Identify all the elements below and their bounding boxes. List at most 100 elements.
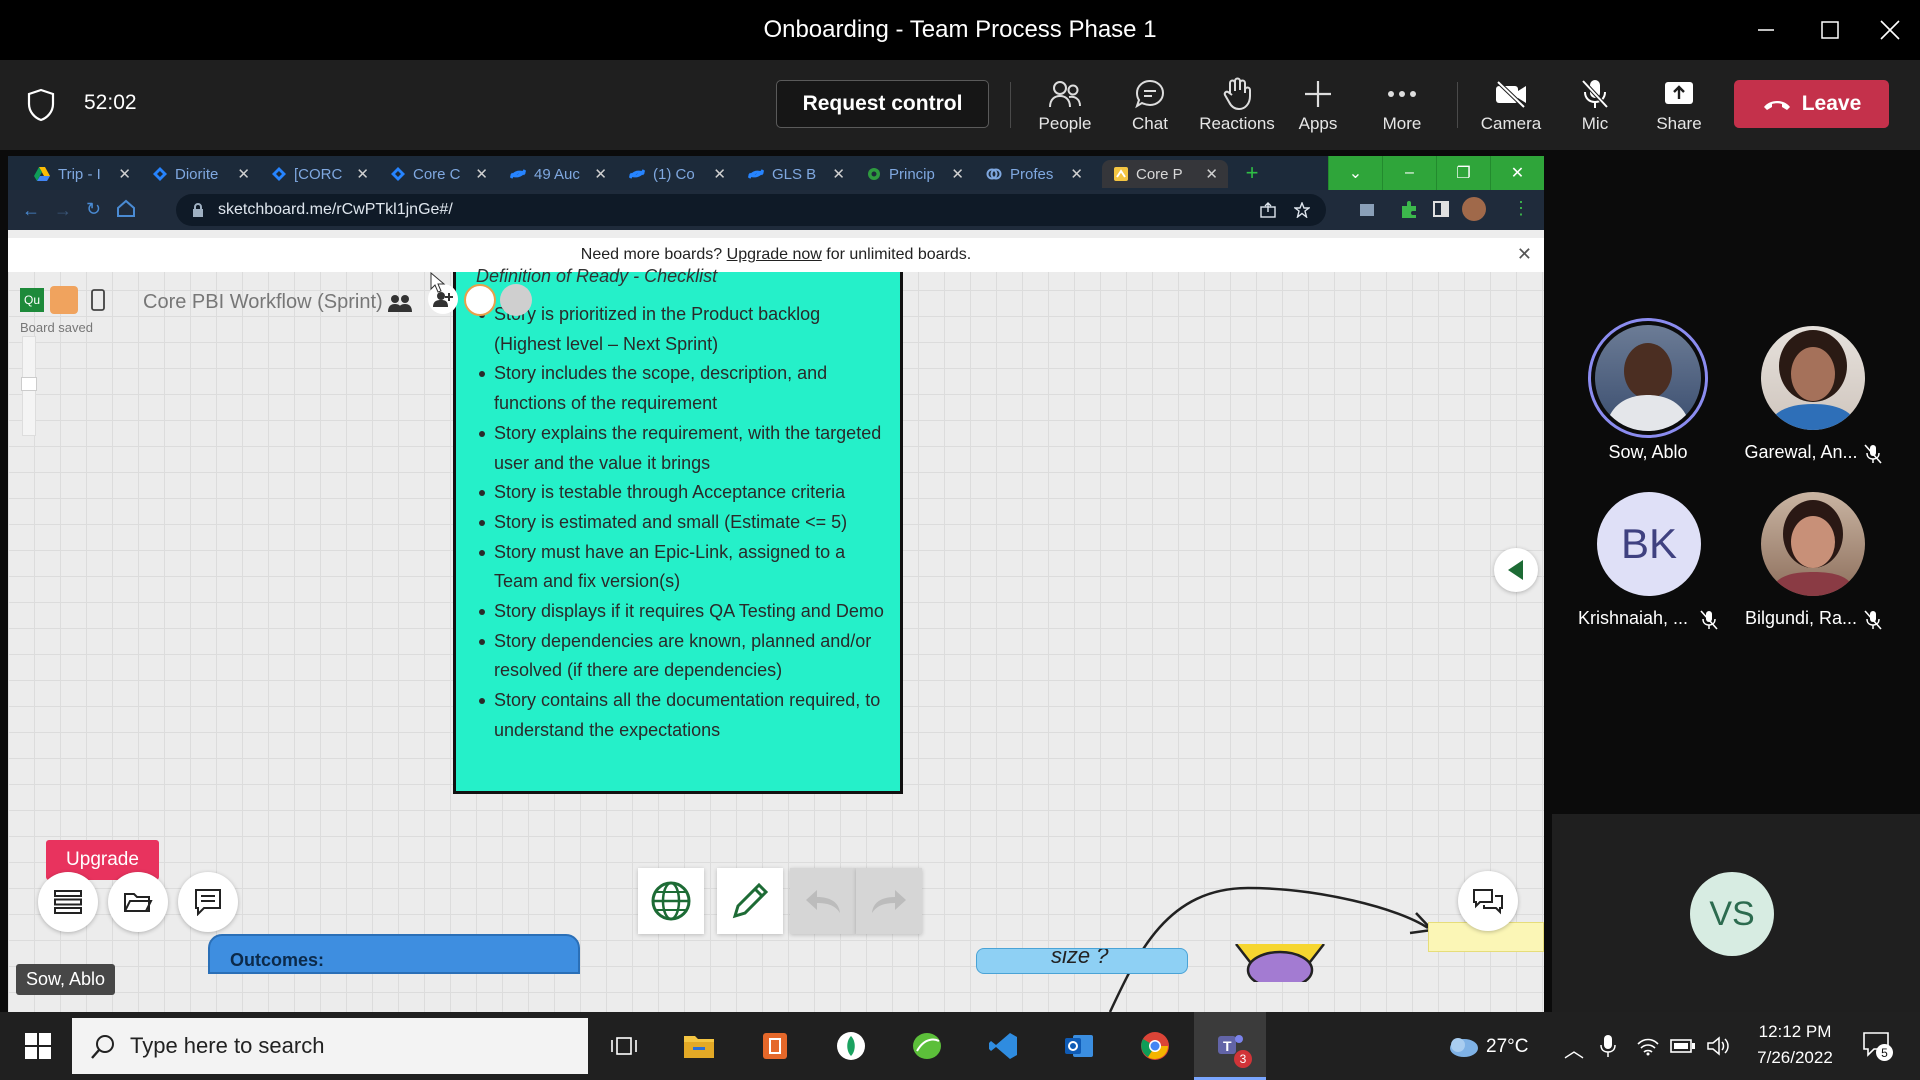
share-button[interactable]: Share [1634, 74, 1724, 146]
browser-tab-active[interactable]: Core P ✕ [1102, 160, 1228, 188]
camera-button[interactable]: Camera [1466, 74, 1556, 146]
collaborator-avatar[interactable] [464, 284, 496, 316]
notification-button[interactable]: 5 [1862, 1030, 1893, 1061]
back-button[interactable]: ← [22, 200, 40, 221]
task-view-button[interactable] [590, 1012, 658, 1080]
people-button[interactable]: People [1020, 74, 1110, 146]
close-tab-icon[interactable]: ✕ [356, 165, 369, 183]
browser-minimize-button[interactable]: – [1382, 156, 1436, 190]
close-tab-icon[interactable]: ✕ [1205, 165, 1218, 183]
undo-button[interactable] [790, 868, 856, 934]
vscode-button[interactable] [969, 1012, 1037, 1080]
zoom-slider[interactable] [21, 336, 37, 436]
app-button[interactable] [817, 1012, 885, 1080]
close-tab-icon[interactable]: ✕ [237, 165, 250, 183]
close-tab-icon[interactable]: ✕ [832, 165, 845, 183]
panel-toggle-button[interactable] [1494, 548, 1538, 592]
leave-button[interactable]: Leave [1734, 80, 1889, 128]
reactions-button[interactable]: Reactions [1189, 74, 1285, 146]
team-icon[interactable] [388, 293, 412, 313]
browser-tab[interactable]: Core C ✕ [379, 160, 498, 188]
home-button[interactable] [116, 198, 136, 218]
browser-tab[interactable]: Profes ✕ [974, 160, 1093, 188]
close-tab-icon[interactable]: ✕ [118, 165, 131, 183]
hang-up-icon [1762, 97, 1792, 111]
request-control-button[interactable]: Request control [776, 80, 989, 128]
microphone-tray-icon[interactable] [1600, 1034, 1616, 1058]
undo-icon [806, 890, 840, 913]
file-explorer-button[interactable] [665, 1012, 733, 1080]
participant-avatar[interactable] [1761, 492, 1865, 596]
open-folder-button[interactable] [108, 872, 168, 932]
chevron-up-icon[interactable]: ︿ [1564, 1034, 1584, 1063]
collaborator-avatar[interactable] [500, 284, 532, 316]
browser-tab[interactable]: Diorite ✕ [141, 160, 260, 188]
battery-icon[interactable] [1670, 1038, 1696, 1054]
browser-tab[interactable]: Trip - I ✕ [22, 160, 141, 188]
chat-button[interactable]: Chat [1105, 74, 1195, 146]
address-bar[interactable]: sketchboard.me/rCwPTkl1jnGe#/ [176, 194, 1326, 226]
clock-date[interactable]: 7/26/2022 [1740, 1048, 1850, 1068]
close-banner-icon[interactable]: ✕ [1517, 244, 1532, 265]
close-tab-icon[interactable]: ✕ [594, 165, 607, 183]
volume-icon[interactable] [1706, 1036, 1730, 1056]
more-button[interactable]: More [1357, 74, 1447, 146]
start-button[interactable] [4, 1012, 72, 1080]
extensions-button[interactable] [1400, 200, 1418, 218]
participant-avatar[interactable] [1595, 325, 1701, 431]
chrome-button[interactable] [1121, 1012, 1189, 1080]
reload-button[interactable]: ↻ [86, 199, 101, 220]
globe-button[interactable] [638, 868, 704, 934]
browser-tab[interactable]: (1) Co ✕ [617, 160, 736, 188]
browser-tab[interactable]: 49 Auc ✕ [498, 160, 617, 188]
taskbar-search[interactable]: Type here to search [72, 1018, 588, 1074]
outlook-button[interactable] [1045, 1012, 1113, 1080]
redo-button[interactable] [856, 868, 922, 934]
wifi-icon[interactable] [1636, 1036, 1660, 1056]
maximize-button[interactable] [1800, 0, 1860, 60]
powerpoint-button[interactable] [741, 1012, 809, 1080]
board-title[interactable]: Core PBI Workflow (Sprint) [143, 291, 383, 314]
mobile-icon[interactable] [90, 288, 106, 312]
participant-initials-avatar[interactable]: BK [1597, 492, 1701, 596]
profile-avatar[interactable] [1462, 197, 1486, 221]
tab-search-button[interactable]: ⌄ [1328, 156, 1382, 190]
browser-restore-button[interactable]: ❐ [1436, 156, 1490, 190]
mic-button[interactable]: Mic [1550, 74, 1640, 146]
forward-button[interactable]: → [54, 200, 72, 221]
user-badge[interactable]: Qu [20, 288, 44, 312]
new-tab-button[interactable]: + [1241, 162, 1263, 184]
browser-tab[interactable]: GLS B ✕ [736, 160, 855, 188]
draw-button[interactable] [717, 868, 783, 934]
browser-menu-button[interactable]: ⋮ [1512, 198, 1530, 219]
minimize-button[interactable] [1736, 0, 1796, 60]
user-avatar[interactable] [50, 286, 78, 314]
upgrade-now-link[interactable]: Upgrade now [727, 246, 822, 264]
comments-button[interactable] [178, 872, 238, 932]
close-tab-icon[interactable]: ✕ [713, 165, 726, 183]
close-tab-icon[interactable]: ✕ [1070, 165, 1083, 183]
participant-tile[interactable]: VS [1552, 814, 1920, 1012]
browser-tab[interactable]: [CORC ✕ [260, 160, 379, 188]
clock-time[interactable]: 12:12 PM [1740, 1022, 1850, 1042]
outcomes-shape[interactable]: Outcomes: [208, 934, 580, 974]
extension-button[interactable] [1358, 200, 1376, 218]
apps-button[interactable]: Apps [1273, 74, 1363, 146]
definition-of-ready-card[interactable]: Definition of Ready - Checklist Story is… [453, 266, 903, 794]
close-tab-icon[interactable]: ✕ [475, 165, 488, 183]
teams-button[interactable]: T 3 [1194, 1012, 1266, 1080]
weather-icon[interactable] [1446, 1034, 1482, 1060]
size-shape[interactable]: size ? [976, 948, 1188, 974]
close-tab-icon[interactable]: ✕ [951, 165, 964, 183]
side-panel-button[interactable] [1432, 200, 1450, 218]
layers-button[interactable] [38, 872, 98, 932]
zoom-slider-handle[interactable] [21, 377, 37, 391]
browser-tab[interactable]: Princip ✕ [855, 160, 974, 188]
feedback-button[interactable] [1458, 871, 1518, 931]
browser-close-button[interactable]: ✕ [1490, 156, 1544, 190]
app-button[interactable] [893, 1012, 961, 1080]
weather-temp[interactable]: 27°C [1486, 1036, 1528, 1058]
close-window-button[interactable] [1860, 0, 1920, 60]
participant-avatar[interactable] [1761, 326, 1865, 430]
sketchboard-canvas[interactable]: Need more boards? Upgrade now for unlimi… [8, 238, 1544, 1012]
